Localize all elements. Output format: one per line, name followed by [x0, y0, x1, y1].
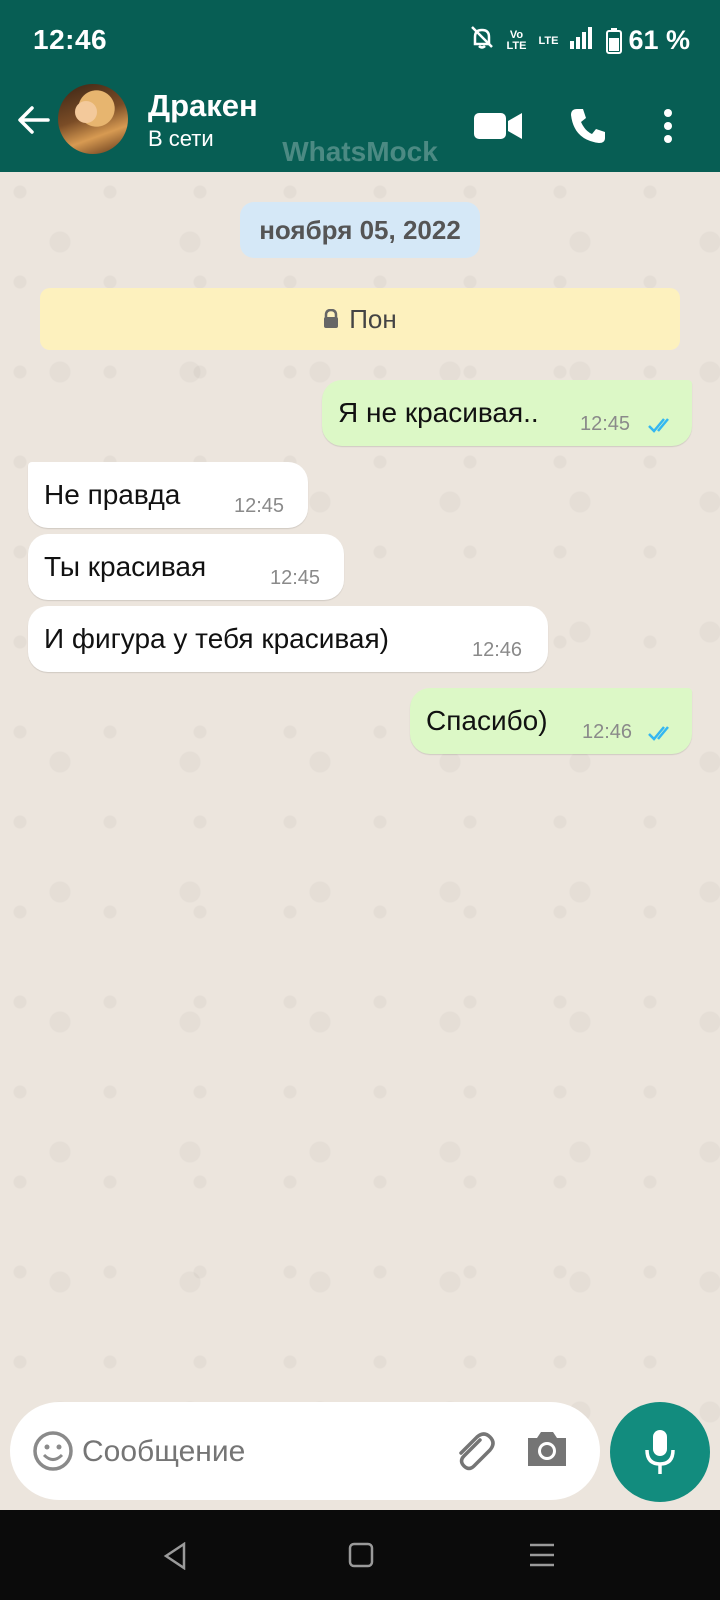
- battery-icon: [606, 27, 623, 54]
- message-text: Я не красивая..: [338, 397, 539, 428]
- signal-icon: [570, 25, 594, 56]
- status-icons: Vo LTE LTE 61 %: [469, 24, 690, 57]
- message-bubble-incoming[interactable]: И фигура у тебя красивая) 12:46: [28, 606, 548, 672]
- status-bar: 12:46 Vo LTE LTE 61 %: [0, 0, 720, 80]
- message-time: 12:45: [234, 495, 285, 517]
- encryption-notice-text: Пон: [349, 303, 397, 334]
- message-bubble-incoming[interactable]: Не правда 12:45: [28, 462, 308, 528]
- contact-name[interactable]: Дракен: [148, 88, 258, 124]
- message-time: 12:46: [472, 639, 523, 661]
- attach-icon: [459, 1432, 495, 1471]
- camera-button[interactable]: [524, 1428, 570, 1475]
- message-bubble-incoming[interactable]: Ты красивая 12:45: [28, 534, 344, 600]
- mic-button[interactable]: [610, 1402, 710, 1502]
- lte-icon: LTE: [538, 34, 559, 47]
- chat-area[interactable]: ноября 05, 2022 Пон Я не красивая.. 12:4…: [0, 172, 720, 1508]
- status-time: 12:46: [33, 24, 108, 55]
- emoji-icon: [33, 1431, 73, 1471]
- volte-icon: Vo LTE: [506, 28, 527, 52]
- message-text: Ты красивая: [44, 551, 207, 582]
- lock-icon: [324, 309, 339, 328]
- message-text: Не правда: [44, 479, 181, 510]
- emoji-button[interactable]: [32, 1430, 74, 1477]
- message-bubble-outgoing[interactable]: Спасибо) 12:46: [410, 688, 692, 754]
- watermark: WhatsMock: [282, 136, 438, 167]
- mute-icon: [469, 24, 495, 57]
- back-arrow-icon[interactable]: [16, 102, 52, 138]
- message-text: И фигура у тебя красивая): [44, 623, 389, 654]
- system-nav-bar: [0, 1510, 720, 1600]
- message-input[interactable]: [80, 1422, 444, 1482]
- battery-indicator: 61 %: [606, 25, 690, 56]
- message-time: 12:46: [582, 721, 633, 743]
- attach-button[interactable]: [450, 1428, 498, 1481]
- encryption-notice[interactable]: Пон: [40, 288, 680, 350]
- mic-icon: [645, 1430, 675, 1474]
- date-chip: ноября 05, 2022: [240, 202, 480, 258]
- message-bubble-outgoing[interactable]: Я не красивая.. 12:45: [322, 380, 692, 446]
- read-ticks-icon: [648, 418, 669, 433]
- message-composer[interactable]: [10, 1402, 600, 1500]
- message-time: 12:45: [580, 413, 631, 435]
- read-ticks-icon: [648, 726, 669, 741]
- home-square-icon[interactable]: [348, 1542, 374, 1568]
- camera-icon: [528, 1432, 566, 1466]
- message-time: 12:45: [270, 567, 321, 589]
- battery-percent: 61 %: [628, 25, 690, 55]
- recents-menu-icon[interactable]: [528, 1542, 556, 1568]
- back-triangle-icon[interactable]: [162, 1542, 188, 1570]
- message-text: Спасибо): [426, 705, 548, 736]
